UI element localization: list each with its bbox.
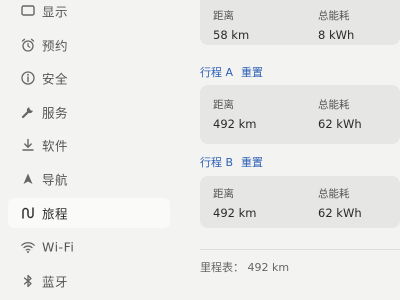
energy-label: 总能耗 <box>318 99 350 111</box>
distance-stat: 距离 58 km <box>213 8 249 42</box>
sidebar-item-service[interactable]: 服务 <box>8 97 170 127</box>
sidebar-item-label: 软件 <box>42 138 69 154</box>
trip-icon <box>20 205 36 221</box>
distance-label: 距离 <box>213 188 234 200</box>
sidebar-item-display[interactable]: 显示 <box>8 0 170 26</box>
trip-b-card: 距离 492 km 总能耗 62 kWh <box>200 176 400 228</box>
sidebar-item-label: 导航 <box>42 172 69 188</box>
energy-stat: 总能耗 62 kWh <box>318 97 362 131</box>
divider <box>200 249 400 250</box>
distance-value: 58 km <box>213 28 250 42</box>
display-icon <box>20 3 36 19</box>
odometer-readout: 里程表： 492 km <box>200 261 290 274</box>
energy-value: 62 kWh <box>318 206 362 220</box>
sidebar-item-label: 服务 <box>42 105 69 121</box>
sidebar-item-label: 预约 <box>42 38 69 54</box>
navigation-arrow-icon <box>20 171 36 187</box>
distance-stat: 距离 492 km <box>213 186 256 220</box>
current-trip-card: 距离 58 km 总能耗 8 kWh <box>200 0 400 45</box>
sidebar-item-bluetooth[interactable]: 蓝牙 <box>8 266 170 296</box>
sidebar-item-schedule[interactable]: 预约 <box>8 30 170 60</box>
sidebar-item-navigation[interactable]: 导航 <box>8 164 170 194</box>
distance-value: 492 km <box>213 206 257 220</box>
energy-value: 62 kWh <box>318 117 362 131</box>
distance-stat: 距离 492 km <box>213 97 256 131</box>
trip-b-reset-button[interactable]: 重置 <box>241 154 263 170</box>
trip-a-reset-button[interactable]: 重置 <box>241 64 263 80</box>
distance-value: 492 km <box>213 117 257 131</box>
sidebar-item-software[interactable]: 软件 <box>8 130 170 160</box>
sidebar-item-label: Wi-Fi <box>42 239 75 255</box>
energy-label: 总能耗 <box>318 10 350 22</box>
trip-a-title: 行程 A <box>200 66 234 79</box>
bluetooth-icon <box>20 273 36 289</box>
energy-stat: 总能耗 8 kWh <box>318 8 354 42</box>
sidebar-item-label: 显示 <box>42 4 69 20</box>
energy-value: 8 kWh <box>318 28 355 42</box>
sidebar-item-label: 旅程 <box>42 206 69 222</box>
sidebar-item-trips[interactable]: 旅程 <box>8 198 170 228</box>
sidebar-item-safety[interactable]: 安全 <box>8 63 170 93</box>
sidebar: 显示 预约 安全 服务 软件 导航 旅程 Wi-Fi 蓝牙 <box>0 0 172 300</box>
wrench-icon <box>20 104 36 120</box>
trip-b-header: 行程 B 重置 <box>200 154 263 170</box>
download-icon <box>20 137 36 153</box>
trip-a-card: 距离 492 km 总能耗 62 kWh <box>200 85 400 144</box>
sidebar-item-label: 安全 <box>42 71 69 87</box>
alarm-clock-icon <box>20 37 36 53</box>
info-circle-icon <box>20 70 36 86</box>
energy-label: 总能耗 <box>318 188 350 200</box>
distance-label: 距离 <box>213 99 234 111</box>
wifi-icon <box>20 239 36 255</box>
sidebar-item-label: 蓝牙 <box>42 274 69 290</box>
energy-stat: 总能耗 62 kWh <box>318 186 362 220</box>
sidebar-item-wifi[interactable]: Wi-Fi <box>8 232 170 262</box>
distance-label: 距离 <box>213 10 234 22</box>
trip-a-header: 行程 A 重置 <box>200 64 263 80</box>
trip-b-title: 行程 B <box>200 156 234 169</box>
